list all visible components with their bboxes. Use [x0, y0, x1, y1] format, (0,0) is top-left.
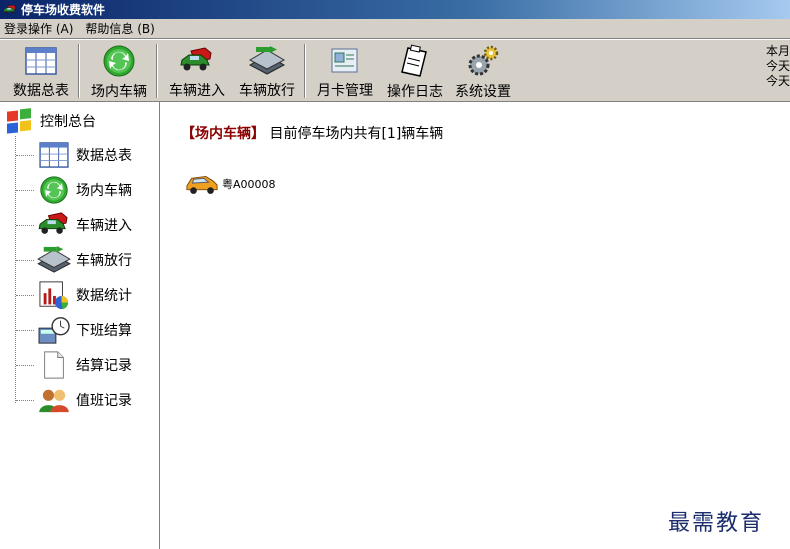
tree-root-label: 控制总台	[40, 114, 96, 130]
car-app-icon	[3, 4, 17, 16]
sidebar-item-vehicle-release[interactable]: 车辆放行	[16, 245, 132, 275]
menu-bar: 登录操作 (A) 帮助信息 (B)	[0, 19, 790, 39]
toolbar-vehicle-enter-button[interactable]: 车辆进入	[164, 44, 230, 100]
toolbar-label: 场内车辆	[91, 84, 147, 100]
barrier-release-icon	[248, 46, 286, 76]
sidebar-item-label: 数据统计	[76, 288, 132, 304]
toolbar-vehicles-in-lot-button[interactable]: 场内车辆	[86, 44, 152, 100]
toolbar-label: 操作日志	[387, 84, 443, 100]
status-line-month: 本月	[766, 44, 790, 58]
sidebar-item-label: 数据总表	[76, 148, 132, 164]
title-bar: 停车场收费软件	[0, 0, 790, 19]
tree-root-control-console[interactable]: 控制总台	[4, 106, 96, 136]
vehicle-list-item[interactable]: 粤A00008	[185, 173, 276, 195]
windows-logo-icon	[4, 106, 34, 136]
sidebar-item-label: 下班结算	[76, 323, 132, 339]
sidebar-item-label: 结算记录	[76, 358, 132, 374]
sidebar-item-label: 值班记录	[76, 393, 132, 409]
sidebar-item-label: 场内车辆	[76, 183, 132, 199]
car-enter-icon	[37, 212, 71, 238]
vehicle-count-summary: 目前停车场内共有[1]辆车辆	[269, 126, 444, 142]
toolbar-label: 车辆放行	[239, 83, 295, 99]
menu-login[interactable]: 登录操作 (A)	[0, 20, 81, 37]
toolbar-separator	[78, 44, 80, 98]
sidebar-item-shift-settlement[interactable]: 下班结算	[16, 315, 132, 345]
toolbar-separator	[304, 44, 306, 98]
barrier-release-icon	[36, 246, 72, 274]
toolbar-label: 系统设置	[455, 84, 511, 100]
sidebar-item-vehicles-in-lot[interactable]: 场内车辆	[16, 175, 132, 205]
toolbar-status: 本月 今天 今天	[766, 44, 790, 89]
toolbar-operation-log-button[interactable]: 操作日志	[382, 44, 448, 100]
toolbar-label: 车辆进入	[169, 83, 225, 99]
table-icon	[39, 142, 69, 168]
clipboard-icon	[400, 44, 430, 78]
main-panel: 【场内车辆】 目前停车场内共有[1]辆车辆 粤A00008	[161, 102, 790, 549]
table-icon	[25, 47, 57, 75]
document-icon	[41, 350, 67, 380]
sidebar-item-data-table[interactable]: 数据总表	[16, 140, 132, 170]
vehicle-plate: 粤A00008	[222, 178, 276, 191]
car-icon	[185, 173, 219, 195]
car-enter-icon	[179, 47, 215, 75]
sidebar-item-vehicle-enter[interactable]: 车辆进入	[16, 210, 132, 240]
status-line-today: 今天	[766, 59, 790, 73]
page-headline: 【场内车辆】 目前停车场内共有[1]辆车辆	[181, 123, 443, 143]
toolbar: 数据总表 场内车辆 车辆进入 车辆放行 月卡管理 操作日志 系统设置 本月 今天…	[0, 40, 790, 102]
toolbar-label: 数据总表	[13, 83, 69, 99]
section-tag: 【场内车辆】	[181, 126, 265, 142]
window-title: 停车场收费软件	[21, 3, 106, 17]
menu-help[interactable]: 帮助信息 (B)	[81, 20, 162, 37]
sidebar-tree: 控制总台 数据总表 场内车辆 车辆进入 车辆放行 数据统计 下班结算 结算记录	[0, 102, 160, 549]
sidebar-item-statistics[interactable]: 数据统计	[16, 280, 132, 310]
sidebar-item-duty-records[interactable]: 值班记录	[16, 385, 132, 415]
toolbar-monthly-card-button[interactable]: 月卡管理	[312, 44, 378, 100]
calculator-clock-icon	[37, 315, 71, 345]
toolbar-system-settings-button[interactable]: 系统设置	[450, 44, 516, 100]
toolbar-label: 月卡管理	[317, 83, 373, 99]
toolbar-separator	[156, 44, 158, 98]
refresh-globe-icon	[39, 175, 69, 205]
users-icon	[37, 387, 71, 413]
chart-icon	[37, 280, 71, 310]
gears-icon	[466, 44, 500, 78]
status-line-today-2: 今天	[766, 74, 790, 88]
sidebar-item-label: 车辆放行	[76, 253, 132, 269]
card-icon	[330, 47, 360, 75]
sidebar-item-label: 车辆进入	[76, 218, 132, 234]
sidebar-item-settlement-records[interactable]: 结算记录	[16, 350, 132, 380]
toolbar-vehicle-release-button[interactable]: 车辆放行	[234, 44, 300, 100]
watermark-text: 最需教育	[668, 511, 765, 536]
refresh-globe-icon	[102, 44, 136, 78]
toolbar-data-table-button[interactable]: 数据总表	[8, 44, 74, 100]
